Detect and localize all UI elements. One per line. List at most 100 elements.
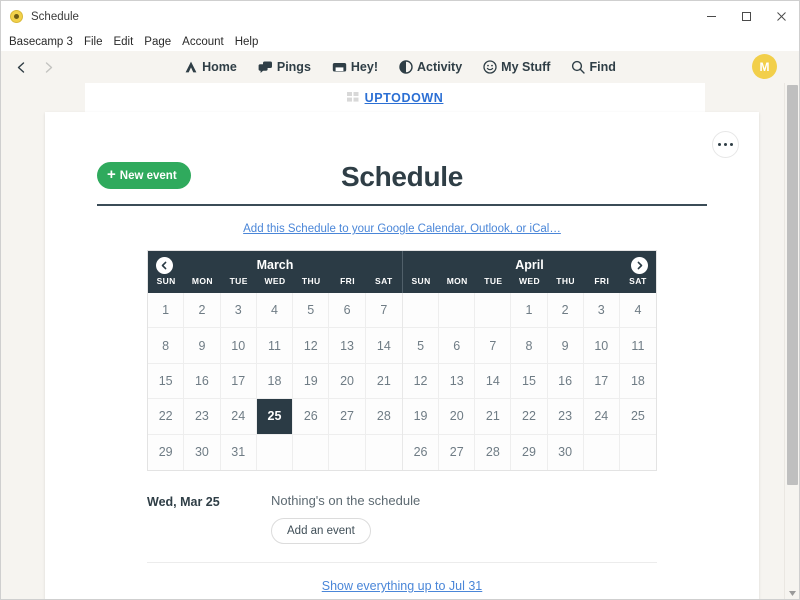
calendar-day[interactable]: 3 — [220, 293, 257, 329]
calendar-day[interactable]: 3 — [583, 293, 620, 329]
calendar-day[interactable]: 10 — [220, 328, 257, 364]
calendar-day[interactable]: 17 — [583, 363, 620, 400]
chevron-right-icon[interactable] — [631, 257, 648, 274]
minimize-icon[interactable] — [694, 1, 729, 32]
calendar-day[interactable]: 27 — [439, 434, 476, 470]
calendar-day[interactable]: 5 — [293, 293, 330, 329]
calendar-day[interactable]: 15 — [511, 363, 548, 400]
calendar-day[interactable]: 10 — [583, 328, 620, 364]
calendar-day[interactable]: 16 — [547, 363, 584, 400]
calendar-day[interactable]: 5 — [403, 328, 440, 364]
calendar-day[interactable]: 12 — [293, 328, 330, 364]
calendar-day[interactable]: 21 — [475, 399, 512, 435]
calendar-day[interactable]: 27 — [329, 399, 366, 435]
calendar-day[interactable]: 23 — [184, 399, 221, 435]
nav-item-activity[interactable]: Activity — [399, 60, 462, 74]
calendar-day[interactable]: 19 — [293, 363, 330, 400]
calendar-day[interactable]: 2 — [547, 293, 584, 329]
uptodown-link[interactable]: UPTODOWN — [346, 89, 444, 107]
nav-item-hey[interactable]: Hey! — [332, 60, 378, 74]
calendar-day[interactable]: 7 — [475, 328, 512, 364]
calendar-day-empty — [619, 434, 656, 470]
calendar-day[interactable]: 18 — [256, 363, 294, 400]
show-all-row: Show everything up to Jul 31 — [97, 577, 707, 595]
menu-item-page[interactable]: Page — [144, 36, 171, 48]
calendar-week: 5 6 7 8 9 10 11 — [403, 328, 656, 364]
nav-item-my-stuff[interactable]: My Stuff — [483, 60, 550, 74]
calendar-day[interactable]: 2 — [184, 293, 221, 329]
calendar-day[interactable]: 14 — [475, 363, 512, 400]
new-event-button[interactable]: + New event — [97, 162, 191, 189]
calendar-day[interactable]: 1 — [148, 293, 185, 329]
calendar-day[interactable]: 24 — [583, 399, 620, 435]
calendar-day[interactable]: 13 — [329, 328, 366, 364]
calendar-day[interactable]: 26 — [403, 434, 440, 470]
avatar[interactable]: M — [752, 54, 777, 79]
chevron-left-icon[interactable] — [156, 257, 173, 274]
scrollbar-thumb[interactable] — [787, 85, 798, 485]
maximize-icon[interactable] — [729, 1, 764, 32]
calendar-day[interactable]: 20 — [439, 399, 476, 435]
calendar-day[interactable]: 21 — [365, 363, 402, 400]
calendar-day[interactable]: 24 — [220, 399, 257, 435]
dow-tue: TUE — [229, 276, 248, 286]
calendar-day[interactable]: 25 — [619, 399, 656, 435]
menu-item-file[interactable]: File — [84, 36, 103, 48]
day-detail: Wed, Mar 25 Nothing's on the schedule Ad… — [147, 493, 657, 544]
calendar-day[interactable]: 9 — [184, 328, 221, 364]
calendar-day[interactable]: 28 — [365, 399, 402, 435]
calendar-day[interactable]: 9 — [547, 328, 584, 364]
calendar-day[interactable]: 25 — [256, 399, 294, 435]
calendar-day[interactable]: 4 — [256, 293, 294, 329]
calendar-day-empty — [365, 434, 402, 470]
calendar-day[interactable]: 29 — [148, 434, 185, 470]
calendar-day[interactable]: 14 — [365, 328, 402, 364]
show-everything-link[interactable]: Show everything up to Jul 31 — [322, 579, 483, 593]
scroll-down-arrow-icon[interactable] — [785, 590, 799, 597]
calendar-day[interactable]: 4 — [619, 293, 656, 329]
menu-item-account[interactable]: Account — [182, 36, 224, 48]
calendar-day[interactable]: 20 — [329, 363, 366, 400]
close-icon[interactable] — [764, 1, 799, 32]
calendar-day[interactable]: 1 — [511, 293, 548, 329]
calendar-day[interactable]: 22 — [148, 399, 185, 435]
add-event-button[interactable]: Add an event — [271, 517, 371, 544]
calendar-day[interactable]: 6 — [329, 293, 366, 329]
calendar-day[interactable]: 30 — [184, 434, 221, 470]
calendar-day[interactable]: 15 — [148, 363, 185, 400]
calendar-week: 12 13 14 15 16 17 18 — [403, 363, 656, 400]
calendar-day[interactable]: 19 — [403, 399, 440, 435]
calendar-day[interactable]: 17 — [220, 363, 257, 400]
back-arrow-icon[interactable] — [15, 61, 28, 74]
nav-item-find[interactable]: Find — [571, 60, 616, 74]
calendar-day[interactable]: 26 — [293, 399, 330, 435]
menu-item-help[interactable]: Help — [235, 36, 259, 48]
calendar: March SUN MON TUE WED THU FRI SAT April … — [147, 250, 657, 471]
calendar-day[interactable]: 30 — [547, 434, 584, 470]
vertical-scrollbar[interactable] — [784, 83, 799, 599]
calendar-day[interactable]: 6 — [439, 328, 476, 364]
nav-item-home[interactable]: Home — [184, 60, 237, 74]
calendar-day[interactable]: 12 — [403, 363, 440, 400]
calendar-day[interactable]: 31 — [220, 434, 257, 470]
calendar-day[interactable]: 7 — [365, 293, 402, 329]
calendar-day[interactable]: 29 — [511, 434, 548, 470]
calendar-day[interactable]: 22 — [511, 399, 548, 435]
calendar-day[interactable]: 11 — [256, 328, 294, 364]
calendar-day[interactable]: 23 — [547, 399, 584, 435]
calendar-day[interactable]: 11 — [619, 328, 656, 364]
calendar-day[interactable]: 13 — [439, 363, 476, 400]
calendar-header: March SUN MON TUE WED THU FRI SAT April … — [148, 251, 656, 293]
menu-bar: Basecamp 3 File Edit Page Account Help — [1, 32, 799, 51]
ical-link[interactable]: Add this Schedule to your Google Calenda… — [243, 223, 561, 235]
calendar-day[interactable]: 8 — [511, 328, 548, 364]
nav-item-pings[interactable]: Pings — [258, 60, 311, 74]
calendar-day[interactable]: 18 — [619, 363, 656, 400]
calendar-day[interactable]: 8 — [148, 328, 185, 364]
menu-item-basecamp[interactable]: Basecamp 3 — [9, 36, 73, 48]
schedule-header: + New event Schedule — [97, 158, 707, 196]
nav-label-home: Home — [202, 60, 237, 74]
calendar-day[interactable]: 28 — [475, 434, 512, 470]
calendar-day[interactable]: 16 — [184, 363, 221, 400]
menu-item-edit[interactable]: Edit — [113, 36, 133, 48]
